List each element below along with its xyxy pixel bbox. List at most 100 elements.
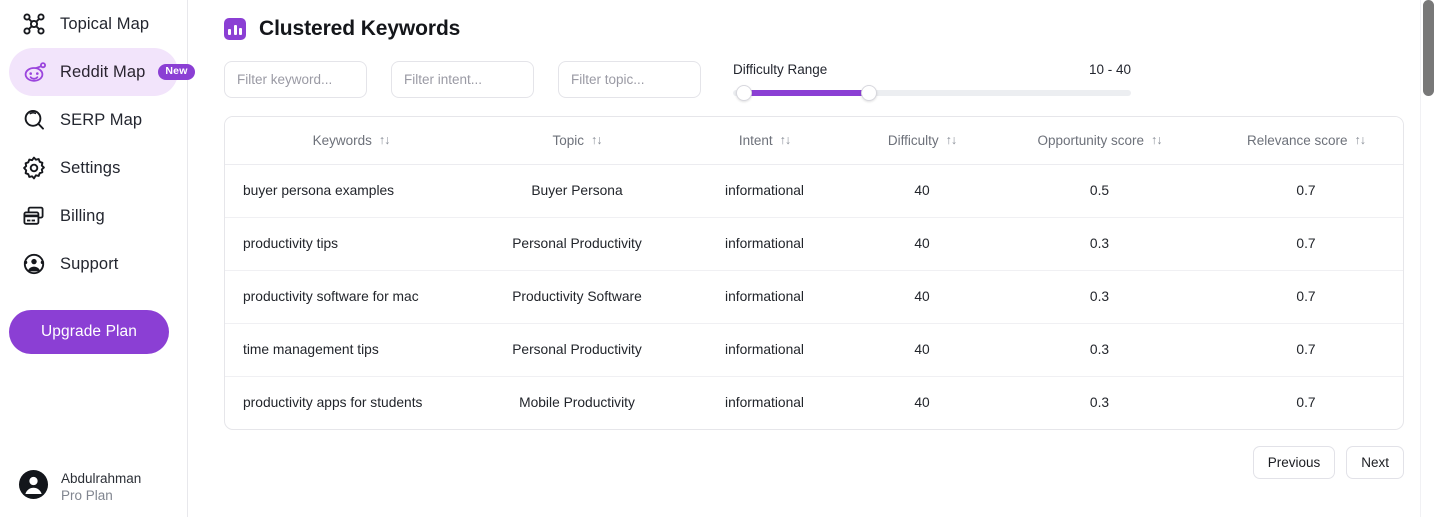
cell-relevance: 0.7 — [1207, 164, 1403, 218]
column-label: Relevance score — [1246, 132, 1348, 148]
column-header-difficulty[interactable]: Difficulty ↑↓ — [852, 117, 992, 165]
table-row[interactable]: buyer persona examples Buyer Persona inf… — [225, 164, 1403, 218]
cell-intent: informational — [677, 323, 852, 377]
column-header-opportunity-score[interactable]: Opportunity score ↑↓ — [992, 117, 1207, 165]
user-profile[interactable]: Abdulrahman Pro Plan — [0, 469, 188, 505]
avatar — [18, 469, 49, 505]
sort-arrows-icon: ↑↓ — [779, 133, 791, 147]
previous-page-button[interactable]: Previous — [1252, 446, 1336, 479]
difficulty-slider-fill — [744, 90, 868, 96]
sidebar-item-label: Reddit Map — [60, 62, 146, 81]
sidebar-nav: Topical Map Reddit Map New SERP Map Sett… — [0, 0, 195, 288]
sort-arrows-icon: ↑↓ — [1354, 133, 1366, 147]
column-label: Opportunity score — [1037, 132, 1145, 148]
search-icon — [21, 107, 47, 133]
column-header-keywords[interactable]: Keywords ↑↓ — [225, 117, 477, 165]
cell-difficulty: 40 — [852, 164, 992, 218]
cell-opportunity: 0.3 — [992, 217, 1207, 271]
column-label: Difficulty — [887, 132, 939, 148]
gear-icon — [21, 155, 47, 181]
cell-keyword: buyer persona examples — [225, 164, 477, 218]
main-content: Clustered Keywords Difficulty Range 10 -… — [188, 0, 1434, 517]
column-label: Intent — [738, 132, 773, 148]
cell-difficulty: 40 — [852, 217, 992, 271]
sort-arrows-icon: ↑↓ — [378, 133, 390, 147]
sidebar-item-settings[interactable]: Settings — [9, 144, 178, 192]
cell-relevance: 0.7 — [1207, 217, 1403, 271]
sidebar-item-label: Topical Map — [60, 14, 150, 33]
cell-relevance: 0.7 — [1207, 323, 1403, 377]
difficulty-slider-value: 10 - 40 — [1088, 62, 1131, 77]
upgrade-plan-container: Upgrade Plan — [0, 288, 187, 354]
sidebar-item-label: SERP Map — [60, 110, 143, 129]
sidebar-item-reddit-map[interactable]: Reddit Map New — [9, 48, 195, 96]
cell-difficulty: 40 — [914, 395, 930, 411]
column-label: Keywords — [312, 132, 372, 148]
cell-difficulty: 40 — [852, 323, 992, 377]
cell-keyword: time management tips — [225, 323, 477, 377]
sidebar-item-topical-map[interactable]: Topical Map — [9, 0, 178, 48]
cell-relevance: 0.7 — [1296, 395, 1316, 411]
upgrade-plan-button[interactable]: Upgrade Plan — [9, 310, 169, 354]
difficulty-slider-header: Difficulty Range 10 - 40 — [733, 62, 1131, 77]
cell-intent: informational — [677, 164, 852, 218]
vertical-scrollbar[interactable] — [1420, 0, 1434, 517]
cell-topic: Personal Productivity — [477, 323, 677, 377]
filter-keyword-input[interactable] — [224, 61, 367, 98]
sort-arrows-icon: ↑↓ — [945, 133, 957, 147]
sidebar-item-label: Support — [60, 254, 119, 273]
support-agent-icon — [21, 251, 47, 277]
difficulty-slider-track[interactable] — [733, 85, 1131, 101]
column-label: Topic — [552, 132, 584, 148]
sidebar-item-support[interactable]: Support — [9, 240, 178, 288]
page-title: Clustered Keywords — [259, 17, 461, 40]
sidebar-item-billing[interactable]: Billing — [9, 192, 178, 240]
cell-opportunity: 0.3 — [992, 270, 1207, 324]
table-row[interactable]: productivity apps for students Mobile Pr… — [225, 376, 1403, 429]
user-meta: Abdulrahman Pro Plan — [61, 470, 141, 505]
filter-topic-input[interactable] — [558, 61, 701, 98]
sidebar: Topical Map Reddit Map New SERP Map Sett… — [0, 0, 195, 517]
sort-arrows-icon: ↑↓ — [591, 133, 602, 147]
page-header: Clustered Keywords — [224, 17, 1408, 41]
scrollbar-thumb[interactable] — [1423, 0, 1434, 96]
sidebar-item-label: Settings — [60, 158, 121, 177]
filter-intent-input[interactable] — [391, 61, 534, 98]
difficulty-slider-max-handle[interactable] — [861, 85, 877, 101]
column-header-intent[interactable]: Intent ↑↓ — [677, 117, 852, 165]
cell-keyword: productivity apps for students — [243, 395, 423, 411]
cell-intent: informational — [725, 395, 804, 411]
difficulty-slider-min-handle[interactable] — [736, 85, 752, 101]
sidebar-item-serp-map[interactable]: SERP Map — [9, 96, 178, 144]
cell-intent: informational — [677, 217, 852, 271]
cell-topic: Productivity Software — [477, 270, 677, 324]
column-header-relevance-score[interactable]: Relevance score ↑↓ — [1207, 117, 1403, 165]
cell-relevance: 0.7 — [1207, 270, 1403, 324]
table-row[interactable]: productivity software for mac Productivi… — [225, 270, 1403, 324]
keywords-table: Keywords ↑↓ Topic ↑↓ Intent ↑↓ Difficulty ↑↓ — [224, 116, 1404, 430]
difficulty-range-slider: Difficulty Range 10 - 40 — [733, 61, 1131, 101]
column-header-topic[interactable]: Topic ↑↓ — [477, 117, 677, 165]
cell-topic: Buyer Persona — [477, 164, 677, 218]
filters-bar: Difficulty Range 10 - 40 — [224, 61, 1408, 101]
cell-keyword: productivity software for mac — [225, 270, 477, 324]
table-row[interactable]: productivity tips Personal Productivity … — [225, 217, 1403, 271]
cell-difficulty: 40 — [852, 270, 992, 324]
table-header-row: Keywords ↑↓ Topic ↑↓ Intent ↑↓ Difficulty ↑↓ — [225, 117, 1403, 165]
cell-opportunity: 0.5 — [992, 164, 1207, 218]
bar-chart-icon — [224, 18, 246, 40]
app-root: Topical Map Reddit Map New SERP Map Sett… — [0, 0, 1434, 517]
cell-intent: informational — [677, 270, 852, 324]
sidebar-item-label: Billing — [60, 206, 105, 225]
cell-opportunity: 0.3 — [992, 323, 1207, 377]
user-name: Abdulrahman — [61, 470, 142, 486]
pagination: Previous Next — [224, 446, 1404, 479]
reddit-icon — [21, 59, 47, 85]
cell-topic: Mobile Productivity — [519, 395, 635, 411]
next-page-button[interactable]: Next — [1346, 446, 1404, 479]
user-plan: Pro Plan — [61, 488, 113, 503]
cell-opportunity: 0.3 — [1089, 395, 1110, 411]
table-row[interactable]: time management tips Personal Productivi… — [225, 323, 1403, 377]
sort-arrows-icon: ↑↓ — [1151, 133, 1162, 147]
cell-keyword: productivity tips — [225, 217, 477, 271]
